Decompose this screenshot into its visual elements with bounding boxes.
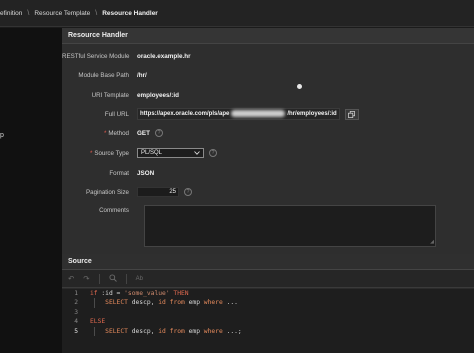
copy-icon (348, 110, 356, 118)
breadcrumb-item-resource-template[interactable]: Resource Template (34, 10, 90, 17)
full-url-label: Full URL (104, 110, 129, 118)
comments-label: Comments (99, 206, 129, 214)
method-help-icon[interactable]: ? (154, 129, 163, 137)
source-title: Source (62, 254, 474, 270)
source-type-selected: PL/SQL (141, 150, 163, 156)
editor-toolbar: ↶ ↷ Ab (62, 270, 474, 288)
row-module-base-path: Module Base Path /hr/ (62, 68, 474, 82)
line-number: 4 (74, 318, 78, 326)
full-url-suffix: /hr/employees/:id (287, 111, 337, 118)
code-text: ELSE (90, 318, 106, 326)
format-label: Format (109, 169, 129, 177)
breadcrumb: efinition \ Resource Template \ Resource… (0, 0, 474, 27)
full-url-value: https://apex.oracle.com/pls/ape/hr/emplo… (137, 108, 340, 120)
resize-grip-icon[interactable]: ◢ (430, 239, 434, 245)
search-icon[interactable] (109, 273, 117, 284)
module-base-path-value: /hr/ (137, 71, 147, 79)
breadcrumb-item-definition[interactable]: efinition (0, 10, 22, 17)
source-region: Source ↶ ↷ Ab 1 if :id = 'some_value' THE… (62, 254, 474, 353)
row-format: Format JSON (62, 166, 474, 180)
comments-textarea[interactable]: ◢ (144, 205, 436, 247)
pagination-size-label: Pagination Size (86, 188, 129, 196)
restful-service-module-label: RESTful Service Module (62, 52, 130, 60)
resource-handler-region: Resource Handler RESTful Service Module … (62, 28, 474, 254)
resource-handler-title: Resource Handler (62, 28, 474, 44)
method-label: * Method (103, 129, 129, 137)
left-tree-panel: p (0, 28, 62, 353)
uri-template-label: URI Template (91, 91, 129, 99)
replace-icon[interactable]: Ab (136, 276, 143, 282)
breadcrumb-item-resource-handler: Resource Handler (102, 9, 158, 17)
code-text: SELECT descp, id from emp where ...; (105, 327, 242, 335)
row-restful-service-module: RESTful Service Module oracle.example.hr (62, 49, 474, 63)
source-type-help-icon[interactable]: ? (209, 149, 217, 157)
code-line[interactable]: 4 ELSE (62, 317, 474, 326)
code-editor[interactable]: 1 if :id = 'some_value' THEN 2 SELECT desc… (62, 289, 474, 353)
left-panel-partial-text: p (0, 132, 4, 139)
required-marker: * (89, 149, 93, 157)
undo-icon[interactable]: ↶ (68, 274, 74, 283)
code-text: SELECT descp, id from emp where ... (105, 299, 238, 307)
line-number: 5 (74, 327, 78, 335)
uri-template-value: employees/:id (137, 91, 179, 99)
format-value: JSON (137, 169, 155, 177)
row-pagination-size: Pagination Size 25 ? (62, 185, 474, 199)
code-line[interactable]: 2 SELECT descp, id from emp where ... (62, 298, 474, 307)
copy-url-button[interactable] (344, 108, 359, 120)
code-line[interactable]: 3 (62, 308, 474, 317)
breadcrumb-separator: \ (95, 9, 98, 17)
code-line[interactable]: 1 if :id = 'some_value' THEN (62, 289, 474, 298)
module-base-path-label: Module Base Path (78, 71, 129, 79)
breadcrumb-separator: \ (27, 9, 30, 17)
code-line[interactable]: 5 SELECT descp, id from emp where ...; (62, 327, 474, 336)
line-number: 1 (74, 290, 78, 297)
full-url-prefix: https://apex.oracle.com/pls/ape (140, 111, 230, 118)
toolbar-divider (98, 273, 100, 284)
chevron-down-icon (194, 151, 200, 155)
mouse-cursor (297, 84, 302, 89)
row-full-url: Full URL https://apex.oracle.com/pls/ape… (62, 107, 474, 121)
toolbar-divider (125, 273, 127, 284)
redo-icon[interactable]: ↷ (83, 274, 89, 283)
line-number: 3 (74, 308, 78, 316)
method-value: GET (137, 129, 150, 137)
source-type-select[interactable]: PL/SQL (137, 148, 204, 158)
required-marker: * (103, 129, 107, 137)
restful-service-module-value: oracle.example.hr (137, 52, 191, 60)
line-number: 2 (74, 299, 78, 307)
code-lines: 1 if :id = 'some_value' THEN 2 SELECT desc… (62, 289, 474, 336)
row-method: * Method GET ? (62, 126, 474, 140)
code-text: if :id = 'some_value' THEN (90, 290, 189, 297)
pagination-size-input[interactable]: 25 (137, 187, 179, 197)
source-type-label: * Source Type (89, 149, 129, 157)
pagination-size-help-icon[interactable]: ? (184, 188, 192, 196)
row-source-type: * Source Type PL/SQL ? (62, 146, 474, 160)
redacted-blur (231, 110, 286, 118)
row-uri-template: URI Template employees/:id (62, 88, 474, 102)
